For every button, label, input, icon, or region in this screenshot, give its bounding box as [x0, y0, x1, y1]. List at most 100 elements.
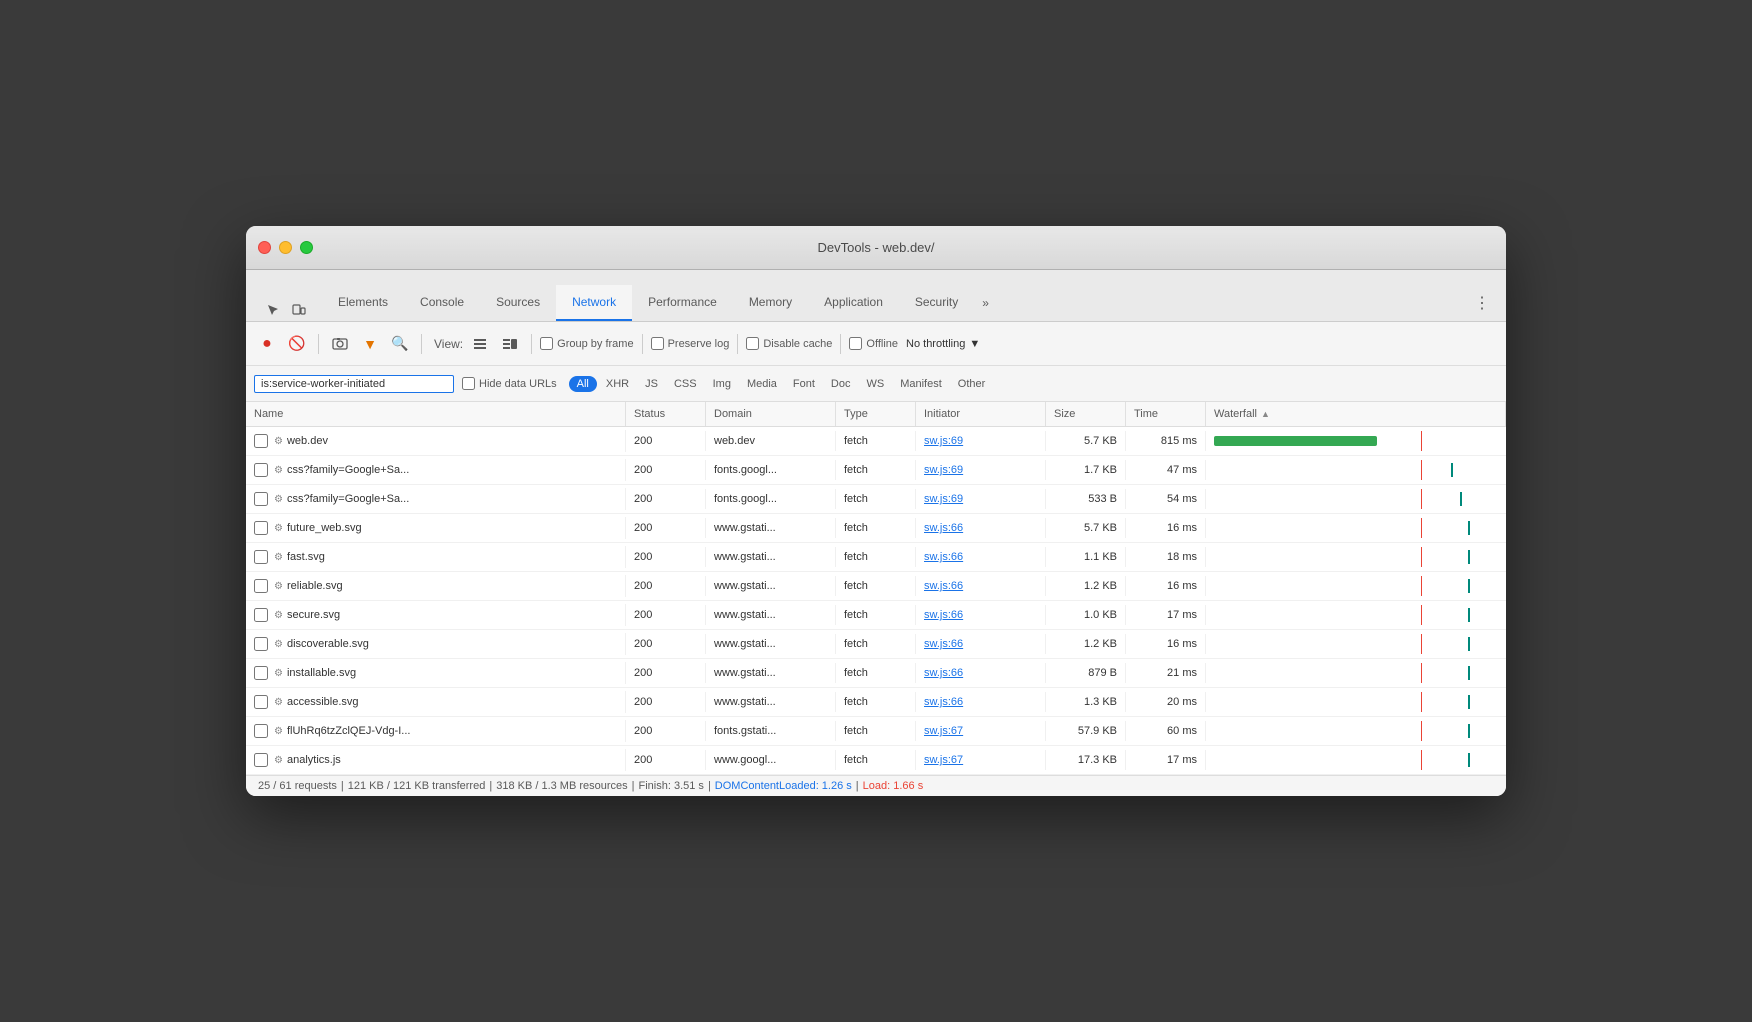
row-checkbox[interactable] — [254, 608, 268, 622]
view-list-button[interactable] — [467, 331, 493, 357]
table-row[interactable]: ⚙ reliable.svg 200 www.gstati... fetch s… — [246, 572, 1506, 601]
clear-button[interactable]: 🚫 — [284, 331, 310, 357]
th-type[interactable]: Type — [836, 402, 916, 426]
table-row[interactable]: ⚙ accessible.svg 200 www.gstati... fetch… — [246, 688, 1506, 717]
row-checkbox[interactable] — [254, 434, 268, 448]
td-time: 17 ms — [1126, 605, 1206, 625]
tab-performance[interactable]: Performance — [632, 285, 733, 321]
device-icon[interactable] — [288, 299, 310, 321]
td-initiator[interactable]: sw.js:66 — [916, 692, 1046, 712]
th-time[interactable]: Time — [1126, 402, 1206, 426]
tab-elements[interactable]: Elements — [322, 285, 404, 321]
disable-cache-checkbox[interactable] — [746, 337, 759, 350]
screenshot-button[interactable] — [327, 331, 353, 357]
table-row[interactable]: ⚙ flUhRq6tzZclQEJ-Vdg-I... 200 fonts.gst… — [246, 717, 1506, 746]
cursor-icon[interactable] — [262, 299, 284, 321]
td-status: 200 — [626, 721, 706, 741]
table-row[interactable]: ⚙ discoverable.svg 200 www.gstati... fet… — [246, 630, 1506, 659]
td-initiator[interactable]: sw.js:69 — [916, 489, 1046, 509]
td-waterfall — [1206, 485, 1506, 513]
table-row[interactable]: ⚙ secure.svg 200 www.gstati... fetch sw.… — [246, 601, 1506, 630]
tab-network[interactable]: Network — [556, 285, 632, 321]
filter-type-img[interactable]: Img — [706, 376, 738, 392]
table-row[interactable]: ⚙ css?family=Google+Sa... 200 fonts.goog… — [246, 456, 1506, 485]
td-initiator[interactable]: sw.js:69 — [916, 431, 1046, 451]
filter-input[interactable] — [254, 375, 454, 393]
tab-console[interactable]: Console — [404, 285, 480, 321]
th-initiator[interactable]: Initiator — [916, 402, 1046, 426]
preserve-log-label[interactable]: Preserve log — [651, 337, 730, 350]
table-row[interactable]: ⚙ css?family=Google+Sa... 200 fonts.goog… — [246, 485, 1506, 514]
td-initiator[interactable]: sw.js:67 — [916, 721, 1046, 741]
td-initiator[interactable]: sw.js:66 — [916, 518, 1046, 538]
row-checkbox[interactable] — [254, 521, 268, 535]
row-checkbox[interactable] — [254, 724, 268, 738]
view-detail-button[interactable] — [497, 331, 523, 357]
table-row[interactable]: ⚙ analytics.js 200 www.googl... fetch sw… — [246, 746, 1506, 775]
maximize-button[interactable] — [300, 241, 313, 254]
filter-type-font[interactable]: Font — [786, 376, 822, 392]
filter-type-ws[interactable]: WS — [859, 376, 891, 392]
th-waterfall[interactable]: Waterfall ▲ — [1206, 402, 1506, 426]
th-size[interactable]: Size — [1046, 402, 1126, 426]
filter-toggle-button[interactable]: ▼ — [357, 331, 383, 357]
filter-type-other[interactable]: Other — [951, 376, 993, 392]
filter-type-js[interactable]: JS — [638, 376, 665, 392]
filter-type-all[interactable]: All — [569, 376, 597, 392]
tab-overflow-button[interactable]: » — [974, 285, 997, 321]
group-by-frame-checkbox[interactable] — [540, 337, 553, 350]
filter-type-doc[interactable]: Doc — [824, 376, 858, 392]
td-initiator[interactable]: sw.js:69 — [916, 460, 1046, 480]
throttle-select[interactable]: No throttling ▼ — [906, 338, 980, 350]
th-name[interactable]: Name — [246, 402, 626, 426]
offline-checkbox[interactable] — [849, 337, 862, 350]
table-row[interactable]: ⚙ future_web.svg 200 www.gstati... fetch… — [246, 514, 1506, 543]
td-status: 200 — [626, 663, 706, 683]
hide-data-urls-label[interactable]: Hide data URLs — [462, 377, 557, 390]
offline-label[interactable]: Offline — [849, 337, 898, 350]
td-type: fetch — [836, 518, 916, 538]
filter-type-css[interactable]: CSS — [667, 376, 704, 392]
row-checkbox[interactable] — [254, 579, 268, 593]
minimize-button[interactable] — [279, 241, 292, 254]
preserve-log-checkbox[interactable] — [651, 337, 664, 350]
status-sep4: | — [708, 780, 711, 792]
record-button[interactable]: ● — [254, 331, 280, 357]
filter-type-manifest[interactable]: Manifest — [893, 376, 949, 392]
th-status[interactable]: Status — [626, 402, 706, 426]
td-initiator[interactable]: sw.js:66 — [916, 663, 1046, 683]
td-initiator[interactable]: sw.js:66 — [916, 547, 1046, 567]
filter-type-xhr[interactable]: XHR — [599, 376, 636, 392]
row-checkbox[interactable] — [254, 637, 268, 651]
th-domain[interactable]: Domain — [706, 402, 836, 426]
row-checkbox[interactable] — [254, 463, 268, 477]
td-domain: www.gstati... — [706, 518, 836, 538]
tab-memory[interactable]: Memory — [733, 285, 808, 321]
hide-data-urls-checkbox[interactable] — [462, 377, 475, 390]
filter-type-media[interactable]: Media — [740, 376, 784, 392]
service-worker-icon: ⚙ — [274, 523, 283, 534]
td-domain: www.gstati... — [706, 576, 836, 596]
group-by-frame-label[interactable]: Group by frame — [540, 337, 633, 350]
more-options-button[interactable]: ⋮ — [1466, 285, 1498, 321]
tab-security[interactable]: Security — [899, 285, 974, 321]
td-initiator[interactable]: sw.js:67 — [916, 750, 1046, 770]
close-button[interactable] — [258, 241, 271, 254]
toolbar-separator-2 — [421, 334, 422, 354]
td-initiator[interactable]: sw.js:66 — [916, 634, 1046, 654]
tab-sources[interactable]: Sources — [480, 285, 556, 321]
search-button[interactable]: 🔍 — [387, 331, 413, 357]
td-initiator[interactable]: sw.js:66 — [916, 605, 1046, 625]
service-worker-icon: ⚙ — [274, 697, 283, 708]
disable-cache-label[interactable]: Disable cache — [746, 337, 832, 350]
tab-application[interactable]: Application — [808, 285, 899, 321]
table-row[interactable]: ⚙ installable.svg 200 www.gstati... fetc… — [246, 659, 1506, 688]
table-row[interactable]: ⚙ fast.svg 200 www.gstati... fetch sw.js… — [246, 543, 1506, 572]
row-checkbox[interactable] — [254, 550, 268, 564]
row-checkbox[interactable] — [254, 492, 268, 506]
row-checkbox[interactable] — [254, 695, 268, 709]
table-row[interactable]: ⚙ web.dev 200 web.dev fetch sw.js:69 5.7… — [246, 427, 1506, 456]
row-checkbox[interactable] — [254, 666, 268, 680]
td-initiator[interactable]: sw.js:66 — [916, 576, 1046, 596]
row-checkbox[interactable] — [254, 753, 268, 767]
